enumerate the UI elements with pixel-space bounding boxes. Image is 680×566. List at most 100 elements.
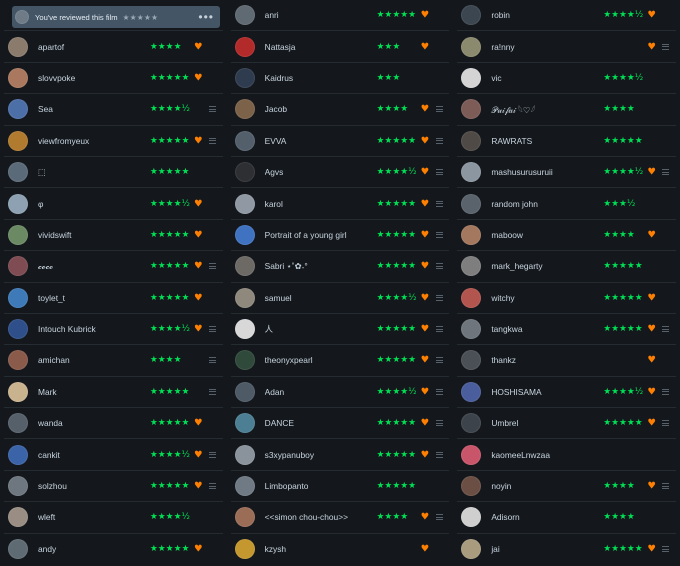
- review-text-icon[interactable]: [209, 326, 216, 333]
- avatar[interactable]: [461, 256, 482, 277]
- member-row[interactable]: Kaidrus ★★★: [230, 63, 450, 95]
- member-name[interactable]: theonyxpearl: [265, 355, 373, 365]
- avatar[interactable]: [8, 130, 28, 151]
- member-row[interactable]: cankit ★★★★½ ♥: [4, 439, 223, 471]
- avatar[interactable]: [8, 224, 28, 245]
- avatar[interactable]: [8, 99, 28, 120]
- avatar[interactable]: [8, 256, 28, 277]
- member-name[interactable]: jai: [491, 544, 599, 554]
- review-text-icon[interactable]: [435, 451, 443, 458]
- member-name[interactable]: mashusurusuruii: [491, 167, 599, 177]
- review-text-icon[interactable]: [209, 106, 216, 113]
- member-row[interactable]: witchy ★★★★★ ♥: [457, 283, 676, 314]
- member-row[interactable]: Intouch Kubrick ★★★★½ ♥: [4, 314, 223, 346]
- review-text-icon[interactable]: [435, 294, 443, 301]
- member-name[interactable]: anri: [265, 10, 373, 20]
- member-name[interactable]: kaomeeLnwzaa: [491, 450, 599, 460]
- member-row[interactable]: ⬚ ★★★★★: [4, 157, 223, 189]
- avatar[interactable]: [8, 287, 28, 308]
- avatar[interactable]: [461, 224, 482, 245]
- avatar[interactable]: [461, 99, 482, 120]
- avatar[interactable]: [8, 193, 28, 214]
- member-name[interactable]: DANCE: [265, 418, 373, 428]
- review-text-icon[interactable]: [435, 326, 443, 333]
- member-row[interactable]: solzhou ★★★★★ ♥: [4, 471, 223, 503]
- more-options-icon[interactable]: •••: [198, 10, 214, 24]
- avatar[interactable]: [8, 67, 28, 88]
- member-name[interactable]: Mark: [38, 387, 146, 397]
- member-name[interactable]: Umbrel: [491, 418, 599, 428]
- review-text-icon[interactable]: [662, 169, 670, 176]
- member-name[interactable]: ra!nny: [491, 42, 599, 52]
- avatar[interactable]: [461, 162, 482, 183]
- member-row[interactable]: Jacob ★★★★ ♥: [230, 94, 450, 126]
- avatar[interactable]: [461, 413, 482, 434]
- member-name[interactable]: Sabri ⋆˚✿˖°: [265, 261, 373, 271]
- avatar[interactable]: [8, 162, 28, 183]
- member-row[interactable]: Sabri ⋆˚✿˖° ★★★★★ ♥: [230, 251, 450, 283]
- avatar[interactable]: [234, 5, 255, 26]
- review-text-icon[interactable]: [435, 169, 443, 176]
- review-text-icon[interactable]: [435, 106, 443, 113]
- member-name[interactable]: samuel: [265, 293, 373, 303]
- member-row[interactable]: vic ★★★★½: [457, 63, 676, 95]
- avatar[interactable]: [8, 319, 28, 340]
- member-row[interactable]: mashusurusuruii ★★★★½ ♥: [457, 157, 676, 189]
- avatar[interactable]: [461, 381, 482, 402]
- avatar[interactable]: [234, 130, 255, 151]
- member-row[interactable]: <<simon chou-chou>> ★★★★ ♥: [230, 502, 450, 534]
- avatar[interactable]: [234, 444, 255, 465]
- member-row[interactable]: viewfromyeux ★★★★★ ♥: [4, 126, 223, 157]
- avatar[interactable]: [234, 507, 255, 528]
- member-row[interactable]: wanda ★★★★★ ♥: [4, 408, 223, 440]
- member-name[interactable]: Intouch Kubrick: [38, 324, 146, 334]
- review-text-icon[interactable]: [662, 43, 670, 50]
- member-name[interactable]: Nattasja: [265, 42, 373, 52]
- review-text-icon[interactable]: [662, 420, 670, 427]
- member-row[interactable]: ra!nny ♥: [457, 31, 676, 63]
- member-name[interactable]: thankz: [491, 355, 599, 365]
- member-name[interactable]: Sea: [38, 104, 146, 114]
- review-text-icon[interactable]: [209, 483, 216, 490]
- member-row[interactable]: 人 ★★★★★ ♥: [230, 314, 450, 346]
- member-row[interactable]: Limbopanto ★★★★★: [230, 471, 450, 503]
- member-name[interactable]: amichan: [38, 355, 146, 365]
- avatar[interactable]: [461, 130, 482, 151]
- review-text-icon[interactable]: [662, 326, 670, 333]
- member-name[interactable]: wanda: [38, 418, 146, 428]
- avatar[interactable]: [234, 224, 255, 245]
- member-row[interactable]: tangkwa ★★★★★ ♥: [457, 314, 676, 346]
- review-text-icon[interactable]: [209, 137, 216, 144]
- member-row[interactable]: amichan ★★★★: [4, 345, 223, 377]
- member-row[interactable]: Adan ★★★★½ ♥: [230, 377, 450, 409]
- member-row[interactable]: Sea ★★★★½: [4, 94, 223, 126]
- member-row[interactable]: Portrait of a young girl ★★★★★ ♥: [230, 220, 450, 252]
- avatar[interactable]: [234, 256, 255, 277]
- member-row[interactable]: jai ★★★★★ ♥: [457, 534, 676, 565]
- member-name[interactable]: 𝒫𝓊𝒾𝒻𝒶𝒾 𓆩♡𓆪: [491, 102, 599, 116]
- member-row[interactable]: DANCE ★★★★★ ♥: [230, 408, 450, 440]
- review-text-icon[interactable]: [435, 420, 443, 427]
- review-text-icon[interactable]: [435, 231, 443, 238]
- review-text-icon[interactable]: [435, 514, 443, 521]
- member-row[interactable]: φ ★★★★½ ♥: [4, 188, 223, 220]
- member-name[interactable]: toylet_t: [38, 293, 146, 303]
- review-text-icon[interactable]: [435, 137, 443, 144]
- member-name[interactable]: Adan: [265, 387, 373, 397]
- avatar[interactable]: [234, 539, 255, 560]
- member-row[interactable]: Mark ★★★★★: [4, 377, 223, 409]
- member-row[interactable]: Umbrel ★★★★★ ♥: [457, 408, 676, 440]
- member-row[interactable]: anri ★★★★★ ♥: [230, 0, 450, 32]
- member-name[interactable]: witchy: [491, 293, 599, 303]
- member-name[interactable]: viewfromyeux: [38, 136, 146, 146]
- member-name[interactable]: wleft: [38, 512, 146, 522]
- review-text-icon[interactable]: [209, 451, 216, 458]
- member-row[interactable]: wleft ★★★★½: [4, 502, 223, 534]
- member-name[interactable]: slovvpoke: [38, 73, 146, 83]
- review-text-icon[interactable]: [662, 388, 670, 395]
- member-row[interactable]: s3xypanuboy ★★★★★ ♥: [230, 439, 450, 471]
- review-text-icon[interactable]: [209, 388, 216, 395]
- avatar[interactable]: [461, 67, 482, 88]
- avatar[interactable]: [461, 287, 482, 308]
- member-name[interactable]: karol: [265, 199, 373, 209]
